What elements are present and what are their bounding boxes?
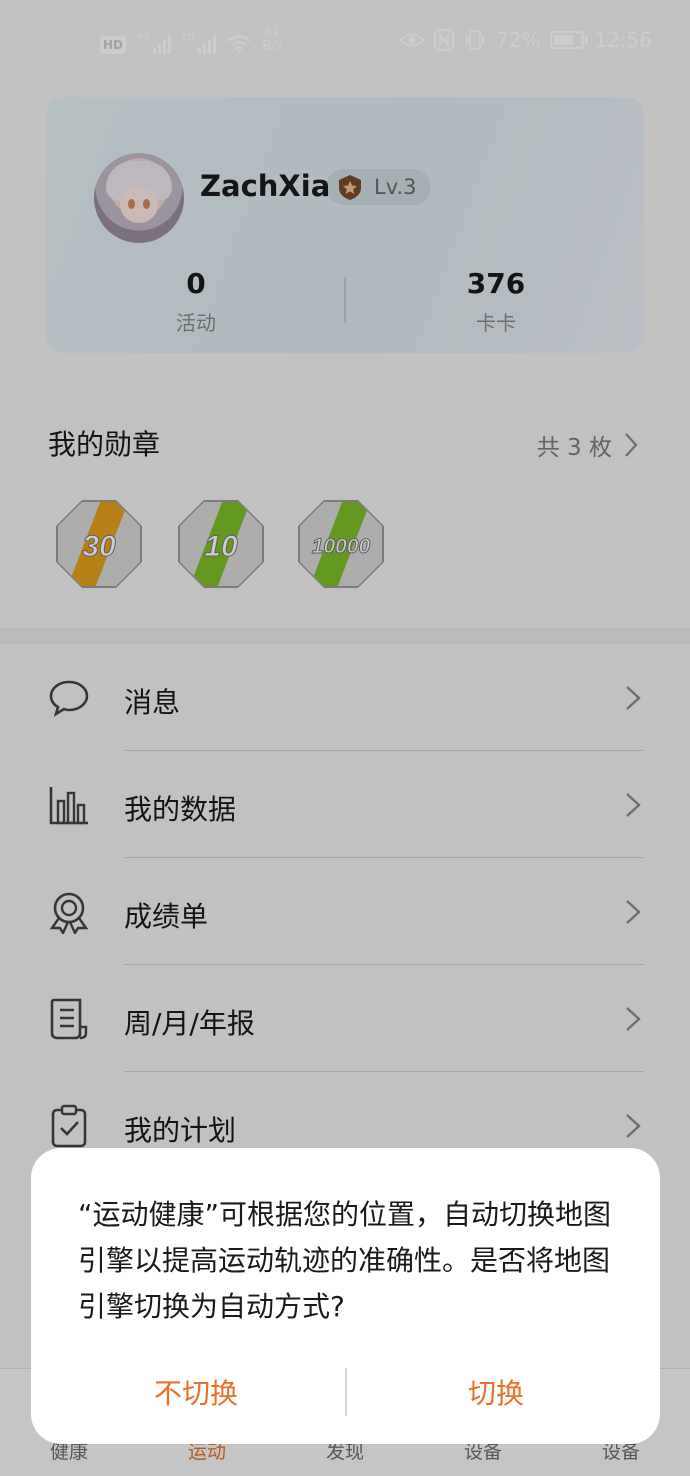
- map-engine-dialog: “运动健康”可根据您的位置，自动切换地图引擎以提高运动轨迹的准确性。是否将地图引…: [31, 1148, 660, 1444]
- confirm-switch-button[interactable]: 切换: [346, 1368, 646, 1420]
- dialog-message: “运动健康”可根据您的位置，自动切换地图引擎以提高运动轨迹的准确性。是否将地图引…: [78, 1198, 612, 1323]
- cancel-button[interactable]: 不切换: [46, 1368, 346, 1420]
